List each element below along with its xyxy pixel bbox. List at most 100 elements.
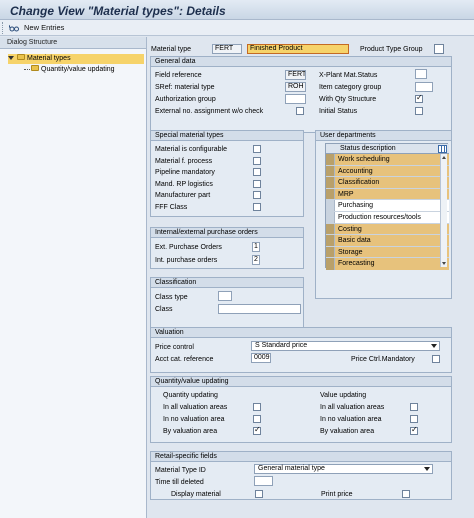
- expand-arrow-icon[interactable]: [8, 56, 14, 61]
- class-type-label: Class type: [155, 294, 188, 301]
- val-no-valuation-area-label: In no valuation area: [320, 416, 382, 423]
- toolbar-separator: [2, 22, 4, 34]
- price-control-select[interactable]: S Standard price: [251, 341, 440, 351]
- table-settings-icon[interactable]: [438, 145, 447, 153]
- int-purchase-orders-field[interactable]: 2: [252, 255, 260, 265]
- special-material-types-title: Special material types: [151, 131, 303, 141]
- chevron-down-icon[interactable]: [424, 467, 430, 471]
- general-data-group: General data Field reference FERT SRef: …: [150, 56, 452, 133]
- authorization-group-field[interactable]: [285, 94, 306, 104]
- special-material-types-group: Special material types Material is confi…: [150, 130, 304, 217]
- class-type-field[interactable]: [218, 291, 232, 301]
- price-control-label: Price control: [155, 344, 194, 351]
- material-type-id-label: Material Type ID: [155, 467, 206, 474]
- row-selector[interactable]: [326, 258, 335, 270]
- material-type-description-input[interactable]: Finished Product: [247, 44, 349, 54]
- time-till-deleted-field[interactable]: [254, 476, 273, 486]
- new-entries-button[interactable]: New Entries: [24, 23, 64, 32]
- scroll-up-icon[interactable]: [442, 156, 446, 159]
- pipeline-mandatory-label: Pipeline mandatory: [155, 169, 215, 176]
- sref-material-type-field[interactable]: ROH: [285, 82, 306, 92]
- quantity-value-updating-group: Quantity/value updating Quantity updatin…: [150, 376, 452, 443]
- table-row[interactable]: Basic data: [326, 235, 449, 247]
- table-row[interactable]: Classification: [326, 177, 449, 189]
- fff-class-checkbox[interactable]: [253, 202, 261, 211]
- field-reference-field[interactable]: FERT: [285, 70, 306, 80]
- item-category-group-label: Item category group: [319, 84, 382, 91]
- quantity-value-updating-title: Quantity/value updating: [151, 377, 451, 387]
- status-description-column-header[interactable]: Status description: [326, 144, 449, 154]
- ext-purchase-orders-field[interactable]: 1: [252, 242, 260, 252]
- qty-no-valuation-area-checkbox[interactable]: [253, 415, 261, 423]
- classification-title: Classification: [151, 278, 303, 288]
- tree-item-quantity-value-updating[interactable]: Quantity/value updating: [24, 65, 115, 75]
- table-row[interactable]: Forecasting: [326, 258, 449, 270]
- chevron-down-icon[interactable]: [431, 344, 437, 348]
- val-by-valuation-area-checkbox[interactable]: [410, 425, 418, 435]
- material-type-id-select[interactable]: General material type: [254, 464, 433, 474]
- external-no-assignment-label: External no. assignment w/o check: [155, 108, 264, 115]
- val-all-valuation-areas-checkbox[interactable]: [410, 403, 418, 411]
- value-updating-header: Value updating: [320, 392, 367, 399]
- pipeline-mandatory-checkbox[interactable]: [253, 168, 261, 176]
- manufacturer-part-checkbox[interactable]: [253, 191, 261, 199]
- qty-all-valuation-areas-checkbox[interactable]: [253, 403, 261, 411]
- with-qty-structure-checkbox[interactable]: [415, 93, 423, 103]
- row-selector[interactable]: [326, 246, 335, 258]
- table-row[interactable]: Purchasing: [326, 200, 449, 212]
- row-selector[interactable]: [326, 235, 335, 246]
- int-purchase-orders-label: Int. purchase orders: [155, 257, 218, 264]
- row-selector[interactable]: [326, 200, 335, 211]
- material-configurable-label: Material is configurable: [155, 146, 227, 153]
- row-selector[interactable]: [326, 165, 335, 177]
- item-category-group-field[interactable]: [415, 82, 433, 92]
- row-selector[interactable]: [326, 154, 335, 165]
- field-reference-label: Field reference: [155, 72, 202, 79]
- display-material-checkbox[interactable]: [255, 490, 263, 498]
- tree-item-label: Material types: [27, 55, 71, 62]
- initial-status-checkbox[interactable]: [415, 107, 423, 115]
- price-ctrl-mandatory-checkbox[interactable]: [432, 355, 440, 363]
- val-no-valuation-area-checkbox[interactable]: [410, 415, 418, 423]
- row-selector[interactable]: [326, 212, 335, 223]
- class-field[interactable]: [218, 304, 301, 314]
- retail-specific-fields-title: Retail-specific fields: [151, 452, 451, 462]
- folder-icon: [31, 65, 39, 72]
- table-row[interactable]: Production resources/tools: [326, 212, 449, 224]
- xplant-mat-status-field[interactable]: [415, 69, 427, 79]
- class-label: Class: [155, 306, 173, 313]
- material-f-process-checkbox[interactable]: [253, 156, 261, 165]
- product-type-group-field[interactable]: [434, 44, 444, 54]
- user-departments-group: User departments Status description Work…: [315, 130, 452, 299]
- column-header-label: Status description: [340, 145, 396, 152]
- row-selector[interactable]: [326, 223, 335, 235]
- table-row[interactable]: Costing: [326, 223, 449, 236]
- table-row[interactable]: Accounting: [326, 165, 449, 178]
- material-type-field[interactable]: FERT: [212, 44, 242, 54]
- title-bar: Change View "Material types": Details: [0, 0, 474, 20]
- table-row[interactable]: Storage: [326, 246, 449, 259]
- qty-by-valuation-area-checkbox[interactable]: [253, 425, 261, 435]
- user-departments-table[interactable]: Status description Work scheduling Accou…: [325, 143, 449, 270]
- print-price-checkbox[interactable]: [402, 490, 410, 498]
- acct-cat-reference-field[interactable]: 0009: [251, 353, 271, 363]
- row-selector[interactable]: [326, 188, 335, 200]
- glasses-icon[interactable]: [9, 23, 19, 33]
- dialog-structure-header: Dialog Structure: [0, 37, 146, 49]
- table-row[interactable]: MRP: [326, 188, 449, 201]
- mand-rp-logistics-checkbox[interactable]: [253, 179, 261, 188]
- row-selector[interactable]: [326, 177, 335, 188]
- folder-icon: [17, 54, 25, 61]
- scroll-down-icon[interactable]: [442, 262, 446, 265]
- tree-item-material-types[interactable]: Material types: [8, 54, 144, 64]
- table-row[interactable]: Work scheduling: [326, 154, 449, 166]
- application-toolbar: New Entries: [0, 20, 474, 36]
- valuation-group: Valuation Price control S Standard price…: [150, 327, 452, 373]
- external-no-assignment-checkbox[interactable]: [296, 107, 304, 115]
- table-scrollbar[interactable]: [440, 154, 447, 267]
- display-material-label: Display material: [171, 491, 221, 498]
- fff-class-label: FFF Class: [155, 203, 188, 211]
- material-configurable-checkbox[interactable]: [253, 145, 261, 153]
- general-data-title: General data: [151, 57, 451, 67]
- material-f-process-label: Material f. process: [155, 157, 213, 165]
